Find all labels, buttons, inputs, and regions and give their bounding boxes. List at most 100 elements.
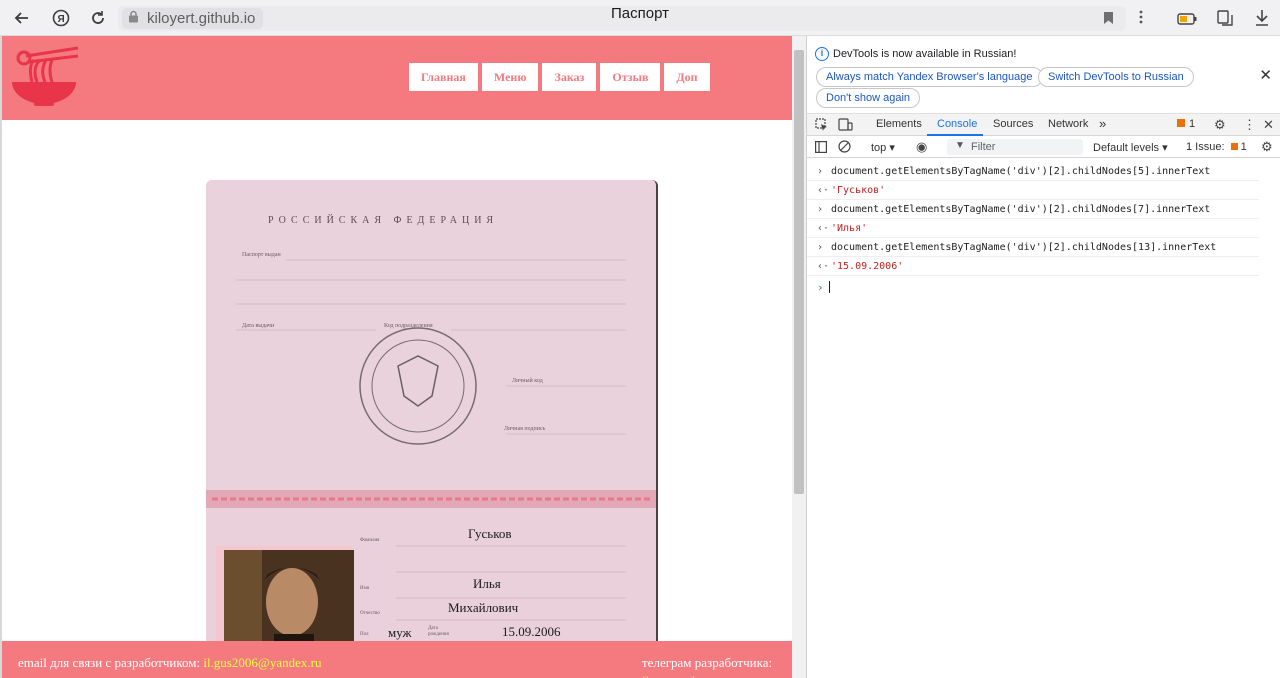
devtools-more-icon[interactable]: ⋮ (1243, 117, 1256, 133)
devtools-language-infobar: i DevTools is now available in Russian! … (807, 36, 1280, 114)
close-devtools-icon[interactable]: ✕ (1263, 117, 1274, 133)
site-nav: Главная Меню Заказ Отзыв Доп (409, 63, 710, 91)
output-arrow-icon: ‹· (817, 185, 830, 196)
more-menu-icon[interactable] (1139, 9, 1143, 30)
live-expression-eye-icon[interactable]: ◉ (916, 139, 927, 155)
site-header: Главная Меню Заказ Отзыв Доп (2, 36, 792, 120)
passport-photo (224, 550, 354, 650)
noodle-bowl-logo-icon (12, 46, 79, 106)
yandex-home-icon[interactable]: Я (50, 7, 72, 29)
nav-extra[interactable]: Доп (664, 63, 710, 91)
devtools-tabbar: Elements Console Sources Network » 1 ⚙ ⋮… (807, 114, 1280, 136)
devtools-info-text: DevTools is now available in Russian! (833, 48, 1017, 60)
dont-show-again-button[interactable]: Don't show again (816, 88, 921, 108)
address-bar[interactable]: kiloyert.github.io (118, 6, 1126, 31)
filter-icon: ▼ (955, 140, 965, 151)
console-line: › document.getElementsByTagName('div')[2… (807, 200, 1259, 219)
collections-icon[interactable] (1216, 9, 1234, 32)
tab-sources[interactable]: Sources (993, 118, 1033, 130)
passport-patronymic: Михайлович (448, 600, 519, 615)
page-scrollbar[interactable] (792, 36, 806, 678)
passport-division-code-label: Код подразделения (384, 323, 433, 329)
tab-elements[interactable]: Elements (876, 118, 922, 130)
svg-text:Я: Я (58, 14, 65, 25)
passport-name-label: Имя (360, 586, 370, 591)
passport-sex-label: Пол (360, 632, 369, 637)
footer-telegram-label: телеграм разработчика: (642, 655, 773, 670)
footer-telegram-link[interactable]: ilya_gusek (642, 673, 772, 678)
url-text: kiloyert.github.io (147, 10, 256, 27)
reload-icon[interactable] (87, 7, 109, 29)
prompt-chevron-icon: › (817, 281, 824, 294)
close-infobar-icon[interactable]: ✕ (1259, 66, 1272, 84)
settings-gear-icon[interactable]: ⚙ (1214, 117, 1226, 133)
issues-flag-icon (1177, 119, 1185, 127)
footer-email-link[interactable]: il.gus2006@yandex.ru (203, 655, 321, 670)
nav-home[interactable]: Главная (409, 63, 478, 91)
download-icon[interactable] (1255, 9, 1269, 31)
site-info-pill[interactable]: kiloyert.github.io (122, 8, 264, 29)
input-chevron-icon: › (817, 166, 824, 177)
page-scrollbar-thumb[interactable] (794, 50, 804, 494)
passport-issued-by-label: Паспорт выдан (242, 252, 281, 258)
passport-image: РОССИЙСКАЯ ФЕДЕРАЦИЯ Паспорт выдан Дата … (206, 180, 658, 650)
passport-surname-label: Фамилия (360, 538, 380, 543)
issues-counter[interactable]: 1 Issue: 1 (1186, 141, 1247, 153)
console-input-text: document.getElementsByTagName('div')[2].… (831, 204, 1211, 215)
input-chevron-icon: › (817, 242, 824, 253)
info-icon: i (815, 47, 829, 61)
site-footer: email для связи с разработчиком: il.gus2… (2, 641, 792, 678)
console-line: › document.getElementsByTagName('div')[2… (807, 238, 1259, 257)
back-icon[interactable] (11, 7, 33, 29)
console-line: ‹· '15.09.2006' (807, 257, 1259, 276)
passport-country: РОССИЙСКАЯ ФЕДЕРАЦИЯ (268, 215, 499, 226)
always-match-language-button[interactable]: Always match Yandex Browser's language (816, 67, 1043, 87)
passport-name: Илья (473, 576, 501, 591)
console-toolbar: top ▾ ◉ ▼ Filter Default levels ▾ 1 Issu… (807, 136, 1280, 158)
bookmark-icon[interactable] (1103, 11, 1114, 30)
sidebar-toggle-icon[interactable] (815, 141, 828, 156)
issues-counter-flag-icon (1230, 143, 1238, 150)
footer-email: email для связи с разработчиком: il.gus2… (18, 655, 321, 671)
console-output-text: 'Гуськов' (831, 185, 886, 196)
output-arrow-icon: ‹· (817, 223, 830, 234)
footer-email-label: email для связи с разработчиком: (18, 655, 201, 670)
tab-network[interactable]: Network (1048, 118, 1088, 130)
passport-birth-date: 15.09.2006 (502, 624, 561, 639)
browser-topbar: Я kiloyert.github.io Паспорт (0, 0, 1280, 36)
switch-devtools-russian-button[interactable]: Switch DevTools to Russian (1038, 67, 1194, 87)
nav-menu[interactable]: Меню (481, 63, 539, 91)
output-arrow-icon: ‹· (817, 261, 830, 272)
device-toolbar-icon[interactable] (838, 118, 853, 136)
tab-console[interactable]: Console (937, 118, 977, 130)
passport-birth-date-label: Дата рождения (428, 626, 449, 637)
console-line: › document.getElementsByTagName('div')[2… (807, 162, 1259, 181)
console-input-text: document.getElementsByTagName('div')[2].… (831, 166, 1211, 177)
clear-console-icon[interactable] (838, 140, 851, 156)
nav-review[interactable]: Отзыв (600, 63, 661, 91)
lock-icon (128, 10, 139, 28)
passport-signature-label: Личная подпись (504, 426, 546, 432)
console-line: ‹· 'Гуськов' (807, 181, 1259, 200)
more-tabs-chevron-icon[interactable]: » (1099, 116, 1106, 131)
passport-surname: Гуськов (468, 526, 512, 541)
console-prompt-input[interactable]: › (807, 278, 1259, 298)
issues-badge[interactable]: 1 (1177, 118, 1195, 130)
battery-icon[interactable] (1177, 12, 1197, 30)
console-filter-input[interactable]: ▼ Filter (947, 139, 1083, 155)
console-output-text: 'Илья' (831, 223, 868, 234)
console-line: ‹· 'Илья' (807, 219, 1259, 238)
console-input-text: document.getElementsByTagName('div')[2].… (831, 242, 1217, 253)
devtools-panel: i DevTools is now available in Russian! … (806, 36, 1280, 678)
passport-patronymic-label: Отчество (360, 611, 380, 616)
footer-telegram: телеграм разработчика: ilya_gusek (642, 655, 772, 678)
console-settings-gear-icon[interactable]: ⚙ (1261, 139, 1273, 155)
console-output-text: '15.09.2006' (831, 261, 904, 272)
passport-sex: муж (388, 625, 412, 640)
page-viewport: Главная Меню Заказ Отзыв Доп РОССИЙСКАЯ … (0, 36, 792, 678)
context-selector[interactable]: top ▾ (871, 141, 895, 154)
nav-order[interactable]: Заказ (542, 63, 597, 91)
log-levels-dropdown[interactable]: Default levels ▾ (1093, 141, 1168, 154)
inspect-element-icon[interactable] (815, 118, 828, 136)
filter-placeholder: Filter (971, 141, 996, 153)
